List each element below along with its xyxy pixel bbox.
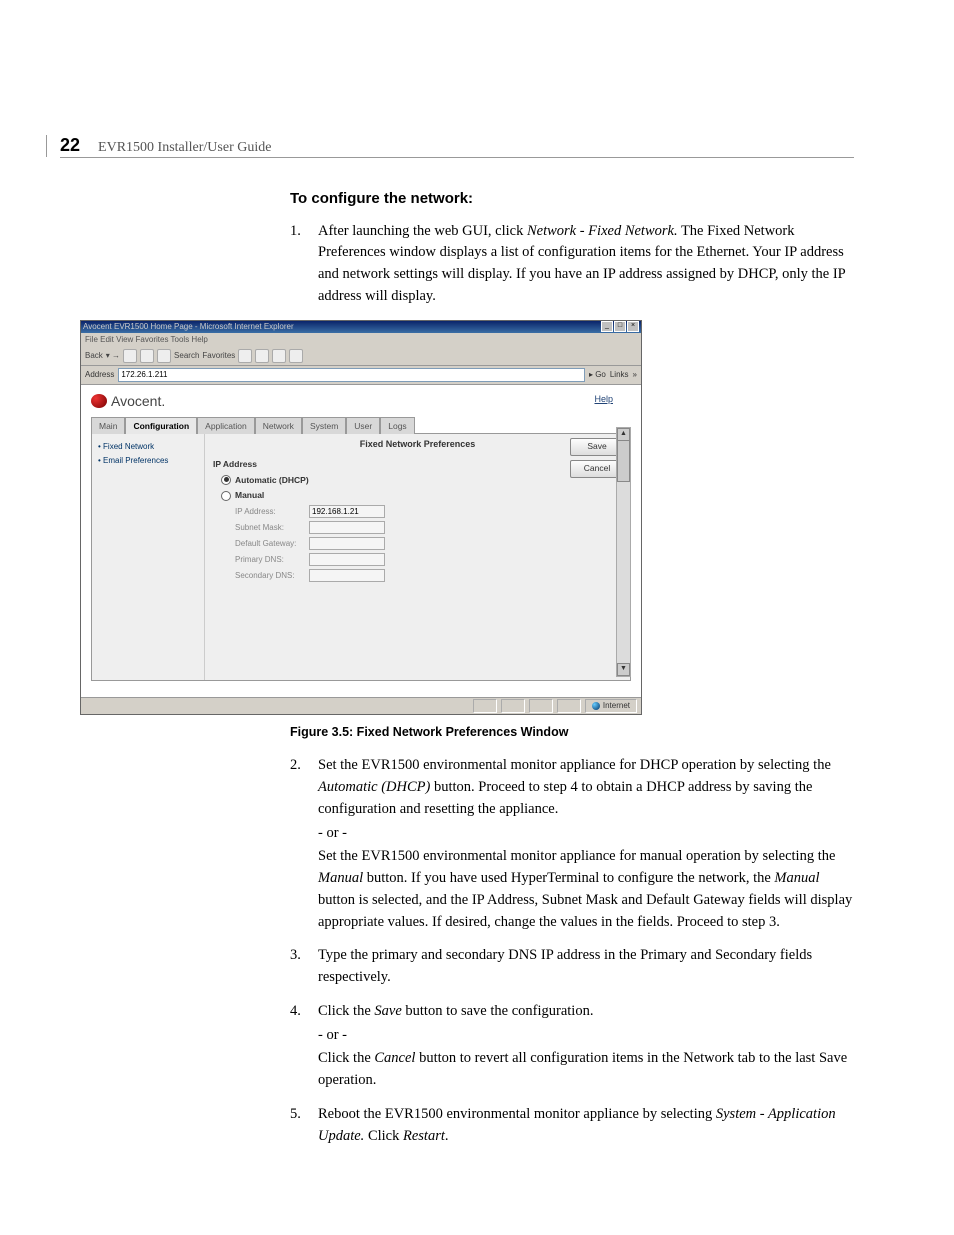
search-button[interactable]: Search: [174, 350, 199, 362]
step-2: 2. Set the EVR1500 environmental monitor…: [290, 755, 854, 933]
group-ip-address: IP Address: [213, 458, 622, 471]
ui-element: Cancel: [374, 1050, 415, 1066]
scrollbar[interactable]: ▲ ▼: [616, 427, 631, 677]
text: After launching the web GUI, click: [318, 223, 527, 239]
status-segment: [557, 699, 581, 713]
status-segment: [529, 699, 553, 713]
favorites-button[interactable]: Favorites: [202, 350, 235, 362]
scroll-thumb[interactable]: [617, 440, 630, 482]
refresh-icon[interactable]: [140, 349, 154, 363]
links-label[interactable]: Links: [610, 369, 629, 381]
page-header: 22 EVR1500 Installer/User Guide: [60, 135, 854, 158]
tab-system[interactable]: System: [302, 417, 346, 435]
input-ip[interactable]: [309, 505, 385, 518]
window-titlebar: Avocent EVR1500 Home Page - Microsoft In…: [81, 321, 641, 333]
go-button[interactable]: ▸ Go: [589, 369, 606, 381]
input-primary-dns[interactable]: [309, 553, 385, 566]
step-5: 5. Reboot the EVR1500 environmental moni…: [290, 1104, 854, 1148]
sidebar-item-fixed-network[interactable]: Fixed Network: [98, 440, 198, 454]
radio-manual[interactable]: [221, 491, 231, 501]
ui-element: Manual: [774, 870, 819, 886]
stop-icon[interactable]: [123, 349, 137, 363]
radio-label-manual: Manual: [235, 489, 264, 502]
text: Click the: [318, 1050, 374, 1066]
step-number: 4.: [290, 1001, 318, 1092]
input-mask[interactable]: [309, 521, 385, 534]
ui-element: Restart: [403, 1128, 445, 1144]
input-gateway[interactable]: [309, 537, 385, 550]
status-internet: Internet: [585, 699, 637, 713]
step-number: 1.: [290, 221, 318, 308]
section-heading: To configure the network:: [290, 188, 854, 211]
tab-network[interactable]: Network: [255, 417, 302, 435]
print-icon[interactable]: [272, 349, 286, 363]
ui-element: Manual: [318, 870, 363, 886]
label-gateway: Default Gateway:: [235, 538, 303, 550]
figure-screenshot: Avocent EVR1500 Home Page - Microsoft In…: [80, 320, 854, 715]
text: Set the EVR1500 environmental monitor ap…: [318, 848, 835, 864]
text: Click: [364, 1128, 403, 1144]
tab-configuration[interactable]: Configuration: [125, 417, 197, 435]
label-secondary-dns: Secondary DNS:: [235, 570, 303, 582]
avocent-logo-icon: [91, 394, 107, 408]
text: .: [445, 1128, 449, 1144]
tab-logs[interactable]: Logs: [380, 417, 414, 435]
text: Reboot the EVR1500 environmental monitor…: [318, 1106, 716, 1122]
step-number: 5.: [290, 1104, 318, 1148]
label-mask: Subnet Mask:: [235, 522, 303, 534]
text: Set the EVR1500 environmental monitor ap…: [318, 757, 831, 773]
close-icon[interactable]: ×: [627, 321, 639, 332]
sidebar-item-email-preferences[interactable]: Email Preferences: [98, 454, 198, 468]
header-title: EVR1500 Installer/User Guide: [98, 140, 271, 156]
label-ip: IP Address:: [235, 506, 303, 518]
ui-element: Save: [374, 1003, 401, 1019]
input-secondary-dns[interactable]: [309, 569, 385, 582]
help-link[interactable]: Help: [594, 393, 613, 407]
text: button. If you have used HyperTerminal t…: [363, 870, 774, 886]
status-segment: [473, 699, 497, 713]
maximize-icon[interactable]: □: [614, 321, 626, 332]
text: button is selected, and the IP Address, …: [318, 892, 852, 930]
step-1: 1. After launching the web GUI, click Ne…: [290, 221, 854, 308]
window-title: Avocent EVR1500 Home Page - Microsoft In…: [83, 321, 294, 333]
radio-automatic-dhcp[interactable]: [221, 475, 231, 485]
back-button[interactable]: Back: [85, 350, 103, 362]
scroll-down-icon[interactable]: ▼: [617, 663, 630, 676]
step-number: 3.: [290, 945, 318, 989]
tab-main[interactable]: Main: [91, 417, 125, 435]
step-3: 3. Type the primary and secondary DNS IP…: [290, 945, 854, 989]
address-label: Address: [85, 369, 114, 381]
radio-label-auto: Automatic (DHCP): [235, 474, 309, 487]
text: button to save the configuration.: [402, 1003, 594, 1019]
figure-caption: Figure 3.5: Fixed Network Preferences Wi…: [290, 723, 854, 742]
history-icon[interactable]: [238, 349, 252, 363]
browser-toolbar[interactable]: Back ▾ → Search Favorites: [81, 347, 641, 366]
address-input[interactable]: [118, 368, 585, 382]
tab-application[interactable]: Application: [197, 417, 255, 435]
ui-element: Automatic (DHCP): [318, 779, 430, 795]
ui-path: Network - Fixed Network.: [527, 223, 678, 239]
panel-title: Fixed Network Preferences: [213, 438, 622, 452]
home-icon[interactable]: [157, 349, 171, 363]
edit-icon[interactable]: [289, 349, 303, 363]
browser-menubar[interactable]: File Edit View Favorites Tools Help: [81, 333, 641, 347]
or-separator: - or -: [318, 1025, 854, 1047]
status-segment: [501, 699, 525, 713]
tab-user[interactable]: User: [346, 417, 380, 435]
minimize-icon[interactable]: _: [601, 321, 613, 332]
mail-icon[interactable]: [255, 349, 269, 363]
globe-icon: [592, 702, 600, 710]
step-4: 4. Click the Save button to save the con…: [290, 1001, 854, 1092]
page-number: 22: [60, 135, 80, 156]
or-separator: - or -: [318, 823, 854, 845]
text: Type the primary and secondary DNS IP ad…: [318, 945, 854, 989]
step-number: 2.: [290, 755, 318, 933]
text: Click the: [318, 1003, 374, 1019]
label-primary-dns: Primary DNS:: [235, 554, 303, 566]
brand-name: Avocent.: [111, 391, 165, 412]
